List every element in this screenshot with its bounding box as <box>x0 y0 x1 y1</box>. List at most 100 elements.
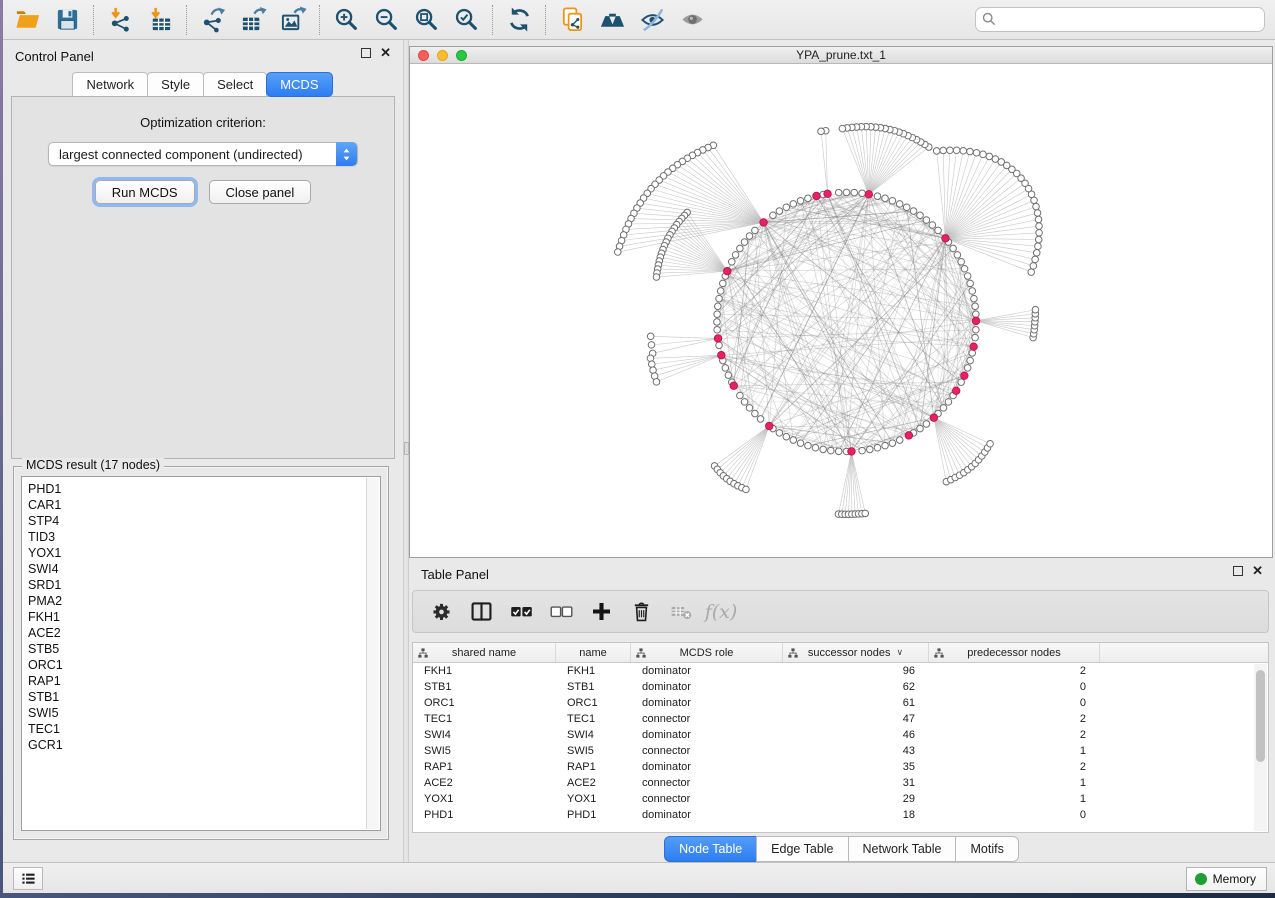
result-list-item[interactable]: GCR1 <box>28 737 380 753</box>
result-list-item[interactable]: STB5 <box>28 641 380 657</box>
result-list-item[interactable]: TEC1 <box>28 721 380 737</box>
criterion-dropdown[interactable]: largest connected component (undirected) <box>48 142 358 166</box>
cell-name: RAP1 <box>556 761 631 773</box>
table-row[interactable]: ACE2ACE2connector311 <box>413 775 1268 791</box>
save-button[interactable] <box>47 3 87 37</box>
import-network-button[interactable] <box>100 3 140 37</box>
window-zoom-button[interactable] <box>456 50 467 61</box>
result-list-item[interactable]: TID3 <box>28 529 380 545</box>
tab-network-table[interactable]: Network Table <box>848 836 957 862</box>
tab-select[interactable]: Select <box>203 72 267 97</box>
result-list-item[interactable]: CAR1 <box>28 497 380 513</box>
split-columns-icon <box>469 599 494 624</box>
cell-successor-nodes: 62 <box>783 681 929 693</box>
close-panel-button[interactable]: Close panel <box>209 180 312 204</box>
cell-predecessor-nodes: 0 <box>929 809 1100 821</box>
right-area: YPA_prune.txt_1 Table Panel ✕ f(x) share… <box>409 40 1275 862</box>
tab-mcds[interactable]: MCDS <box>266 72 332 97</box>
column-header-successor-nodes[interactable]: successor nodes∨ <box>783 643 929 662</box>
table-row[interactable]: PHD1PHD1dominator180 <box>413 807 1268 823</box>
select-all-button[interactable] <box>503 594 539 630</box>
close-table-panel-icon[interactable]: ✕ <box>1252 566 1263 576</box>
import-table-button[interactable] <box>140 3 180 37</box>
cell-MCDS-role: dominator <box>631 681 783 693</box>
tab-edge-table[interactable]: Edge Table <box>756 836 848 862</box>
add-button[interactable] <box>583 594 619 630</box>
eye-button[interactable] <box>672 3 712 37</box>
result-list-item[interactable]: SRD1 <box>28 577 380 593</box>
result-list-item[interactable]: FKH1 <box>28 609 380 625</box>
result-list-scrollbar[interactable] <box>366 478 379 829</box>
panel-menu-button[interactable] <box>13 867 43 890</box>
memory-button[interactable]: Memory <box>1186 867 1267 891</box>
zoom-in-button[interactable] <box>326 3 366 37</box>
export-table-button[interactable] <box>233 3 273 37</box>
import-table-icon <box>147 6 174 33</box>
split-columns-button[interactable] <box>463 594 499 630</box>
tab-motifs[interactable]: Motifs <box>955 836 1018 862</box>
table-scrollbar-thumb[interactable] <box>1256 670 1265 762</box>
result-list-item[interactable]: ORC1 <box>28 657 380 673</box>
float-panel-icon[interactable] <box>361 48 371 58</box>
result-list-item[interactable]: PHD1 <box>28 481 380 497</box>
tree-icon <box>418 648 428 658</box>
window-minimize-button[interactable] <box>437 50 448 61</box>
result-list-item[interactable]: YOX1 <box>28 545 380 561</box>
run-mcds-button[interactable]: Run MCDS <box>95 180 195 204</box>
search-field-wrap <box>975 7 1265 32</box>
table-row[interactable]: TEC1TEC1connector472 <box>413 711 1268 727</box>
function-button: f(x) <box>703 594 739 630</box>
gear-button[interactable] <box>423 594 459 630</box>
cell-successor-nodes: 61 <box>783 697 929 709</box>
cell-name: STB1 <box>556 681 631 693</box>
result-list-item[interactable]: STP4 <box>28 513 380 529</box>
cell-predecessor-nodes: 1 <box>929 793 1100 805</box>
result-list-item[interactable]: PMA2 <box>28 593 380 609</box>
deselect-all-button[interactable] <box>543 594 579 630</box>
export-image-button[interactable] <box>273 3 313 37</box>
column-header-predecessor-nodes[interactable]: predecessor nodes <box>929 643 1100 662</box>
column-header-label: predecessor nodes <box>967 647 1061 659</box>
tab-network[interactable]: Network <box>72 72 148 97</box>
folder-open-button[interactable] <box>7 3 47 37</box>
zoom-selected-button[interactable] <box>446 3 486 37</box>
cell-shared-name: TEC1 <box>413 713 556 725</box>
table-row[interactable]: SWI4SWI4dominator462 <box>413 727 1268 743</box>
network-canvas[interactable] <box>410 64 1272 557</box>
delete-table-icon <box>669 599 694 624</box>
float-table-panel-icon[interactable] <box>1233 566 1243 576</box>
column-header-shared-name[interactable]: shared name <box>413 643 556 662</box>
table-row[interactable]: ORC1ORC1dominator610 <box>413 695 1268 711</box>
table-row[interactable]: RAP1RAP1dominator352 <box>413 759 1268 775</box>
export-network-button[interactable] <box>193 3 233 37</box>
tree-icon <box>636 648 646 658</box>
window-close-button[interactable] <box>418 50 429 61</box>
tab-style[interactable]: Style <box>147 72 204 97</box>
column-header-name[interactable]: name <box>556 643 631 662</box>
close-panel-icon[interactable]: ✕ <box>380 48 391 58</box>
refresh-button[interactable] <box>499 3 539 37</box>
search-input[interactable] <box>975 7 1265 32</box>
table-row[interactable]: YOX1YOX1connector291 <box>413 791 1268 807</box>
delete-button[interactable] <box>623 594 659 630</box>
result-list-item[interactable]: SWI4 <box>28 561 380 577</box>
column-header-MCDS-role[interactable]: MCDS role <box>631 643 783 662</box>
zoom-fit-button[interactable] <box>406 3 446 37</box>
zoom-out-button[interactable] <box>366 3 406 37</box>
status-bar: Memory <box>3 862 1275 893</box>
result-list-item[interactable]: RAP1 <box>28 673 380 689</box>
cell-successor-nodes: 43 <box>783 745 929 757</box>
mcds-tab-content: Optimization criterion: largest connecte… <box>11 96 395 459</box>
tab-node-table[interactable]: Node Table <box>664 836 757 862</box>
result-list-item[interactable]: STB1 <box>28 689 380 705</box>
binoculars-button[interactable] <box>592 3 632 37</box>
table-scrollbar[interactable] <box>1254 664 1267 831</box>
result-list-item[interactable]: SWI5 <box>28 705 380 721</box>
table-row[interactable]: FKH1FKH1dominator962 <box>413 663 1268 679</box>
table-row[interactable]: STB1STB1dominator620 <box>413 679 1268 695</box>
table-row[interactable]: SWI5SWI5connector431 <box>413 743 1268 759</box>
result-list-item[interactable]: ACE2 <box>28 625 380 641</box>
mcds-result-list[interactable]: PHD1CAR1STP4TID3YOX1SWI4SRD1PMA2FKH1ACE2… <box>21 476 381 831</box>
copy-network-button[interactable] <box>552 3 592 37</box>
eye-slash-button[interactable] <box>632 3 672 37</box>
